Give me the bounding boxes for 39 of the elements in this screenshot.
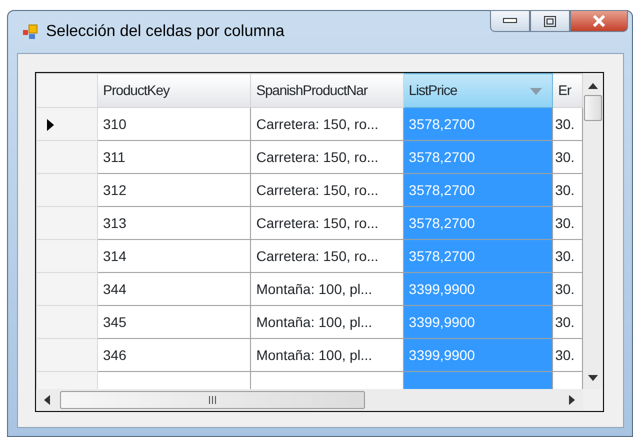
row-header[interactable] (36, 108, 98, 140)
table-cell[interactable]: Carretera: 150, ro... (250, 206, 404, 240)
table-cell[interactable]: 312 (98, 174, 251, 206)
close-button[interactable] (570, 10, 628, 32)
table-cell[interactable]: Carretera: 150, ro... (250, 108, 404, 140)
column-header[interactable]: SpanishProductNar (250, 74, 404, 108)
scroll-down-icon[interactable] (588, 375, 598, 381)
table-cell[interactable]: 310 (98, 108, 251, 140)
table-cell[interactable]: Montaña: 100, pl... (250, 272, 404, 306)
column-header[interactable]: Er (552, 74, 582, 108)
table-cell[interactable]: Carretera: 150, ro... (250, 174, 404, 206)
minimize-icon (503, 18, 517, 24)
table-cell[interactable]: Carretera: 150, ro... (250, 140, 404, 174)
table-cell[interactable]: Carretera: 150, ro... (250, 240, 404, 272)
scroll-thumb[interactable] (584, 95, 602, 121)
table-cell[interactable]: 311 (98, 140, 251, 174)
table-cell[interactable]: Montaña: 100, pl... (250, 306, 404, 338)
table-cell[interactable]: 314 (98, 240, 251, 272)
table-cell[interactable]: 313 (98, 206, 251, 240)
maximize-icon (544, 16, 556, 26)
vertical-scrollbar[interactable] (583, 73, 603, 389)
maximize-button[interactable] (530, 10, 570, 32)
close-icon (592, 15, 606, 27)
scroll-left-icon[interactable] (44, 395, 50, 405)
scroll-thumb[interactable] (60, 391, 365, 409)
grip-icon (208, 396, 217, 404)
column-header[interactable]: ProductKey (98, 74, 251, 108)
minimize-button[interactable] (490, 10, 530, 32)
column-header[interactable]: ListPrice (403, 74, 553, 108)
current-row-icon (47, 118, 54, 131)
table-cell[interactable]: 346 (98, 338, 251, 372)
dropdown-arrow-icon (530, 88, 542, 95)
table-cell[interactable]: Montaña: 100, pl... (250, 338, 404, 372)
window-title: Selección del celdas por columna (46, 22, 284, 42)
app-icon (22, 24, 38, 40)
table-cell[interactable]: 344 (98, 272, 251, 306)
table-cell[interactable]: 345 (98, 306, 251, 338)
scroll-right-icon[interactable] (569, 395, 575, 405)
scroll-up-icon[interactable] (588, 83, 598, 89)
